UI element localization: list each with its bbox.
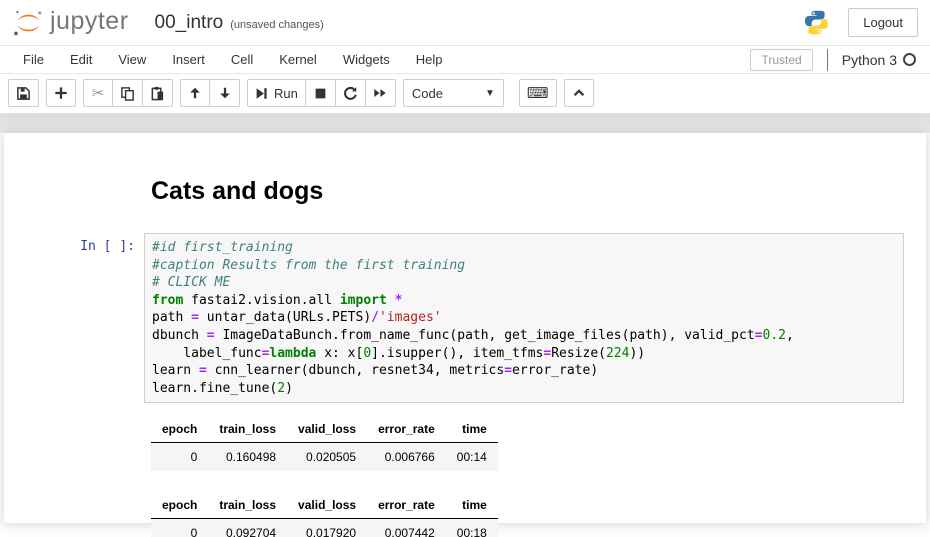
menu-item-insert[interactable]: Insert [159, 46, 218, 73]
interrupt-kernel-button[interactable] [306, 79, 336, 107]
run-button-label: Run [274, 86, 298, 101]
kernel-idle-indicator-icon [903, 53, 916, 66]
menu-item-cell[interactable]: Cell [218, 46, 266, 73]
fast-forward-icon [373, 86, 387, 100]
paste-icon [150, 86, 165, 101]
arrow-down-icon [218, 86, 232, 100]
plus-icon [54, 86, 68, 100]
column-header: time [446, 416, 498, 443]
column-header: train_loss [208, 492, 287, 519]
move-cell-down-button[interactable] [210, 79, 240, 107]
command-palette-button[interactable]: ⌨ [519, 79, 557, 107]
menu-item-kernel[interactable]: Kernel [266, 46, 330, 73]
table-cell: 00:14 [446, 443, 498, 472]
save-button[interactable] [8, 79, 39, 107]
stop-icon [314, 87, 327, 100]
table-cell: 0 [151, 443, 208, 472]
code-line: learn = cnn_learner(dbunch, resnet34, me… [152, 362, 896, 380]
move-cell-up-button[interactable] [180, 79, 210, 107]
cell-type-selected: Code [412, 86, 443, 101]
table-cell: 0.092704 [208, 519, 287, 537]
menu-item-file[interactable]: File [10, 46, 57, 73]
column-header: valid_loss [287, 492, 367, 519]
add-cell-button[interactable] [46, 79, 76, 107]
table-row: 00.1604980.0205050.00676600:14 [151, 443, 498, 472]
step-forward-icon [255, 87, 268, 100]
copy-cell-button[interactable] [113, 79, 143, 107]
table-header-row: epochtrain_lossvalid_losserror_ratetime [151, 492, 498, 519]
menu-item-widgets[interactable]: Widgets [330, 46, 403, 73]
column-header: train_loss [208, 416, 287, 443]
notebook-container: Cats and dogs In [ ]: #id first_training… [4, 133, 926, 523]
table-cell: 0.006766 [367, 443, 446, 472]
restart-run-all-button[interactable] [366, 79, 396, 107]
menu-item-help[interactable]: Help [403, 46, 456, 73]
code-line: path = untar_data(URLs.PETS)/'images' [152, 309, 896, 327]
kernel-separator [827, 49, 828, 71]
code-line: label_func=lambda x: x[0].isupper(), ite… [152, 345, 896, 363]
code-line: #caption Results from the first training [152, 257, 896, 275]
run-cell-button[interactable]: Run [247, 79, 306, 107]
copy-icon [120, 86, 135, 101]
column-header: error_rate [367, 492, 446, 519]
table-row: 00.0927040.0179200.00744200:18 [151, 519, 498, 537]
keyboard-icon: ⌨ [527, 86, 549, 101]
header: jupyter 00_intro (unsaved changes) Logou… [0, 0, 930, 45]
column-header: epoch [151, 492, 208, 519]
restart-kernel-button[interactable] [336, 79, 366, 107]
table-cell: 0 [151, 519, 208, 537]
refresh-icon [343, 86, 358, 101]
code-cell: In [ ]: #id first_training#caption Resul… [4, 233, 926, 403]
output-area: epochtrain_lossvalid_losserror_ratetime0… [151, 416, 926, 537]
code-line: # CLICK ME [152, 274, 896, 292]
save-icon [16, 86, 31, 101]
autosave-status: (unsaved changes) [230, 19, 324, 31]
training-results-table-2: epochtrain_lossvalid_losserror_ratetime0… [151, 492, 498, 537]
column-header: epoch [151, 416, 208, 443]
chevron-up-icon [572, 86, 586, 100]
table-cell: 0.160498 [208, 443, 287, 472]
column-header: valid_loss [287, 416, 367, 443]
code-editor[interactable]: #id first_training#caption Results from … [144, 233, 904, 403]
jupyter-logo-icon [12, 8, 44, 38]
cut-cell-button[interactable]: ✂ [83, 79, 113, 107]
arrow-up-icon [188, 86, 202, 100]
column-header: time [446, 492, 498, 519]
code-line: dbunch = ImageDataBunch.from_name_func(p… [152, 327, 896, 345]
input-prompt: In [ ]: [4, 233, 144, 403]
column-header: error_rate [367, 416, 446, 443]
toolbar: ✂ [0, 74, 930, 113]
table-cell: 0.017920 [287, 519, 367, 537]
table-cell: 0.007442 [367, 519, 446, 537]
jupyter-logo[interactable]: jupyter [12, 8, 129, 38]
code-line: #id first_training [152, 239, 896, 257]
dropdown-arrow-icon: ▼ [485, 88, 495, 99]
scissors-icon: ✂ [92, 86, 105, 101]
kernel-name: Python 3 [842, 52, 897, 68]
trusted-badge: Trusted [750, 49, 812, 71]
training-results-table-1: epochtrain_lossvalid_losserror_ratetime0… [151, 416, 498, 471]
notebook-background-band [0, 113, 930, 133]
collapse-toolbar-button[interactable] [564, 79, 594, 107]
notebook-title[interactable]: 00_intro [155, 12, 224, 34]
menu-item-view[interactable]: View [105, 46, 159, 73]
paste-cell-button[interactable] [143, 79, 173, 107]
code-line: learn.fine_tune(2) [152, 380, 896, 398]
menu-item-edit[interactable]: Edit [57, 46, 105, 73]
code-line: from fastai2.vision.all import * [152, 292, 896, 310]
table-cell: 0.020505 [287, 443, 367, 472]
markdown-heading: Cats and dogs [151, 177, 926, 206]
logout-button[interactable]: Logout [848, 8, 918, 37]
table-header-row: epochtrain_lossvalid_losserror_ratetime [151, 416, 498, 443]
table-cell: 00:18 [446, 519, 498, 537]
cell-type-dropdown[interactable]: Code ▼ [403, 79, 504, 107]
python-logo-icon [803, 9, 830, 36]
logo-wordmark: jupyter [50, 7, 129, 36]
menubar: FileEditViewInsertCellKernelWidgetsHelp … [0, 45, 930, 74]
